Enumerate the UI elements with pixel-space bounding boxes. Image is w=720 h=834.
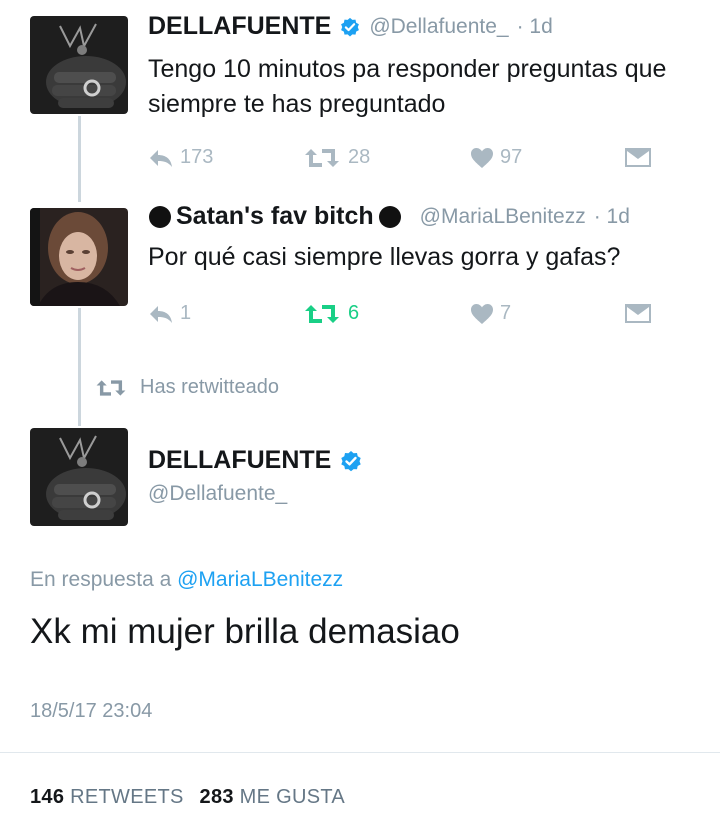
tweet1-like-button[interactable]: 97 [470,146,522,169]
tweet1-reply-button[interactable]: 173 [148,146,213,169]
avatar-satans-fav-bitch[interactable] [30,208,128,306]
main-author-name[interactable]: DELLAFUENTE [148,446,331,475]
tweet2-like-button[interactable]: 7 [470,302,511,325]
tweet2-retweet-button[interactable]: 6 [302,302,359,325]
black-circle-emoji-icon [378,205,401,228]
black-circle-emoji-icon [149,205,171,228]
retweet-active-icon [305,304,339,323]
retweet-count[interactable]: 146 [30,786,64,808]
main-author-row: DELLAFUENTE [148,446,363,475]
reply-context: En respuesta a @MariaLBenitezz [30,568,343,592]
avatar-dellafuente[interactable] [30,16,128,114]
tweet1-handle[interactable]: @Dellafuente_ [369,15,508,39]
tweet2-time[interactable]: · 1d [594,205,630,229]
reply-icon [150,305,172,323]
tweet2-reply-button[interactable]: 1 [148,302,191,325]
tweet1-text: Tengo 10 minutos pa responder preguntas … [148,55,667,118]
tweet2-author-name[interactable]: Satan's fav bitch [176,202,374,231]
direct-message-icon [625,304,651,323]
stats-divider [0,752,720,753]
engagement-stats: 146 RETWEETS 283 ME GUSTA [30,786,345,809]
tweet2-dm-button[interactable] [624,302,652,324]
thread-line-top [78,116,81,202]
tweet1-retweet-button[interactable]: 28 [302,146,370,169]
tweet2-header: Satan's fav bitch @MariaLBenitezz · 1d [148,202,630,231]
tweet1-reply-count: 173 [180,146,214,168]
like-count-label[interactable]: ME GUSTA [240,786,345,808]
avatar-dellafuente-main[interactable] [30,428,128,526]
like-count[interactable]: 283 [200,786,234,808]
tweet1-header: DELLAFUENTE @Dellafuente_ · 1d [148,12,553,41]
heart-icon [471,147,493,168]
reply-icon [150,149,172,167]
reply-context-handle[interactable]: @MariaLBenitezz [177,568,343,591]
tweet1-author-name[interactable]: DELLAFUENTE [148,12,331,41]
main-author-handle[interactable]: @Dellafuente_ [148,482,287,506]
tweet1-retweet-count: 28 [348,146,371,168]
tweet2-retweet-count: 6 [348,302,360,324]
tweet2-like-count: 7 [500,302,512,324]
direct-message-icon [625,148,651,167]
main-tweet-timestamp[interactable]: 18/5/17 23:04 [30,700,152,723]
tweet2-text: Por qué casi siempre llevas gorra y gafa… [148,243,621,271]
retweet-count-label[interactable]: RETWEETS [70,786,184,808]
heart-icon [471,303,493,324]
retweet-small-icon [96,379,126,396]
reply-context-prefix: En respuesta a [30,568,172,591]
main-tweet-text: Xk mi mujer brilla demasiao [30,612,460,651]
retweet-icon [305,148,339,167]
retweeted-indicator: Has retwitteado [94,376,279,399]
verified-badge-icon [341,17,360,36]
tweet2-handle[interactable]: @MariaLBenitezz [420,205,586,229]
thread-line-bottom [78,308,81,426]
tweet1-time[interactable]: · 1d [517,15,553,39]
tweet2-reply-count: 1 [180,302,192,324]
retweeted-label: Has retwitteado [140,376,279,398]
tweet1-like-count: 97 [500,146,523,168]
tweet1-dm-button[interactable] [624,146,652,168]
verified-badge-icon [341,450,362,471]
